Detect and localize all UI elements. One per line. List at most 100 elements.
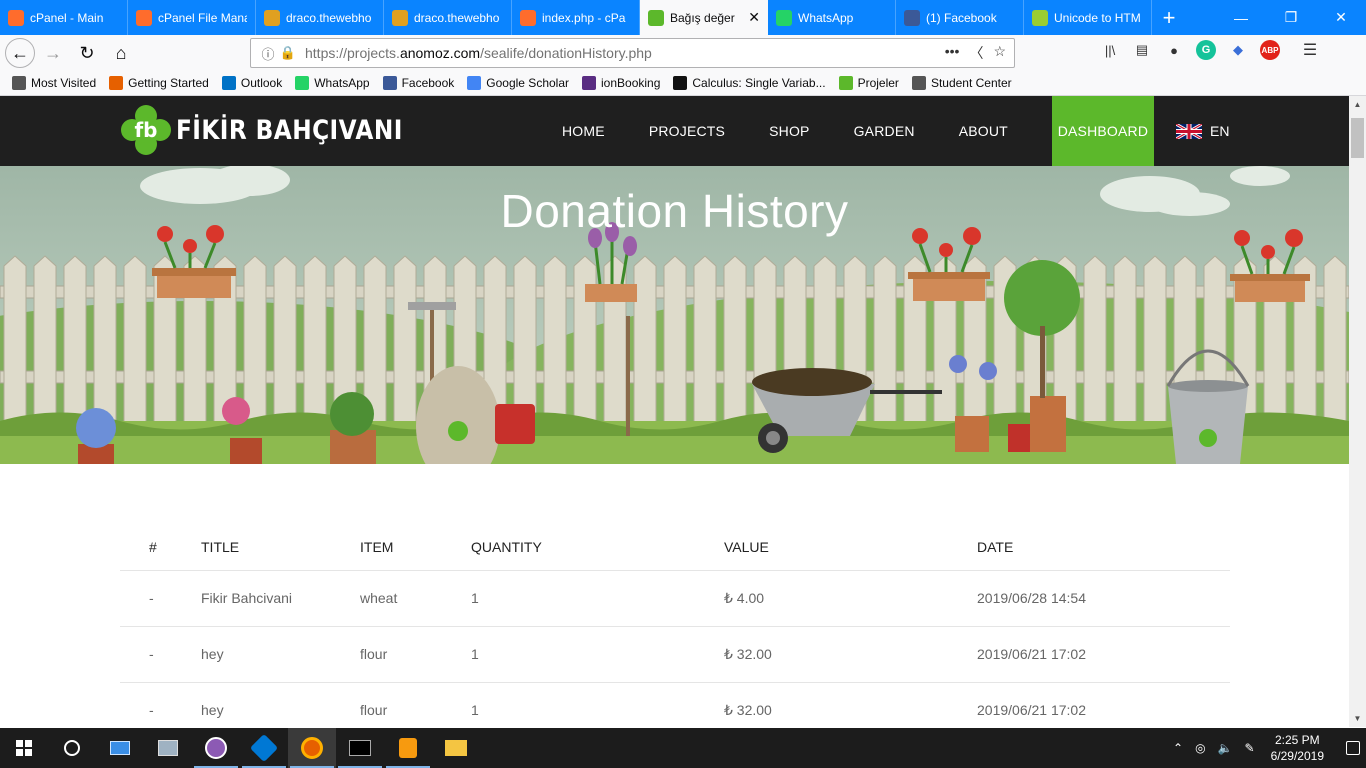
address-bar[interactable]: ⓘ 🔒 https://projects.anomoz.com/sealife/… bbox=[250, 38, 1015, 68]
adblock-icon[interactable]: ABP bbox=[1260, 40, 1280, 60]
home-button[interactable]: ⌂ bbox=[105, 37, 137, 69]
cell-value: ₺ 32.00 bbox=[724, 682, 977, 727]
browser-tab[interactable]: draco.thewebho bbox=[256, 0, 384, 35]
cell-date: 2019/06/28 14:54 bbox=[977, 570, 1230, 627]
close-tab-icon[interactable]: ✕ bbox=[748, 9, 760, 26]
taskbar-app-github[interactable] bbox=[192, 728, 240, 768]
site-logo[interactable]: fb FİKİR BAHÇIVANI bbox=[120, 104, 440, 156]
webhost-icon bbox=[264, 9, 280, 26]
close-window-icon[interactable]: ✕ bbox=[1316, 0, 1366, 35]
bookmark-item[interactable]: WhatsApp bbox=[295, 76, 370, 90]
bookmarks-toolbar: Most Visited Getting Started Outlook WhatsA… bbox=[0, 71, 1366, 96]
taskbar-app-sublime[interactable] bbox=[384, 728, 432, 768]
garden-banner: Donation History bbox=[0, 166, 1349, 464]
reload-button[interactable]: ↻ bbox=[71, 37, 103, 69]
browser-tab[interactable]: Bağış değer ✕ bbox=[640, 0, 768, 35]
account-icon[interactable]: ● bbox=[1164, 40, 1184, 60]
firefox-icon bbox=[301, 737, 323, 759]
page-scrollbar[interactable]: ▲ ▼ bbox=[1349, 96, 1366, 727]
browser-tab[interactable]: (1) Facebook bbox=[896, 0, 1024, 35]
clock[interactable]: 2:25 PM 6/29/2019 bbox=[1271, 732, 1324, 764]
wifi-icon[interactable]: ◎ bbox=[1195, 741, 1205, 755]
page-actions-icon[interactable]: ••• bbox=[945, 43, 960, 63]
menu-icon[interactable]: ☰ bbox=[1300, 40, 1320, 60]
cell-title: hey bbox=[201, 682, 360, 727]
browser-tab[interactable]: index.php - cPa bbox=[512, 0, 640, 35]
fence-picket bbox=[123, 255, 147, 427]
browser-extensions: ||\ ▤ ● G ◆ ABP ☰ bbox=[1100, 40, 1320, 60]
fb-icon bbox=[838, 76, 853, 90]
chevron-up-icon[interactable]: ⌃ bbox=[1173, 741, 1183, 755]
taskbar-app-terminal[interactable] bbox=[336, 728, 384, 768]
browser-tab[interactable]: draco.thewebho bbox=[384, 0, 512, 35]
bookmark-item[interactable]: Student Center bbox=[911, 76, 1012, 90]
scroll-thumb[interactable] bbox=[1351, 118, 1364, 158]
library-icon[interactable]: ||\ bbox=[1100, 40, 1120, 60]
scroll-down-icon[interactable]: ▼ bbox=[1349, 710, 1366, 727]
bookmark-item[interactable]: Most Visited bbox=[12, 76, 96, 90]
url-text[interactable]: https://projects.anomoz.com/sealife/dona… bbox=[305, 45, 945, 61]
nav-garden[interactable]: GARDEN bbox=[832, 96, 937, 166]
table-row: - hey flour 1 ₺ 32.00 2019/06/21 17:02 bbox=[120, 682, 1230, 727]
cell-date: 2019/06/21 17:02 bbox=[977, 682, 1230, 727]
maximize-icon[interactable]: ❐ bbox=[1266, 0, 1316, 35]
minimize-icon[interactable]: — bbox=[1216, 0, 1266, 35]
browser-tab[interactable]: cPanel - Main bbox=[0, 0, 128, 35]
fence-picket bbox=[1143, 255, 1167, 427]
fence-picket bbox=[243, 255, 267, 427]
browser-tab[interactable]: cPanel File Mana bbox=[128, 0, 256, 35]
cell-value: ₺ 4.00 bbox=[724, 570, 977, 627]
bookmark-star-icon[interactable]: ☆ bbox=[993, 43, 1006, 63]
taskbar-app-vscode[interactable] bbox=[240, 728, 288, 768]
scroll-up-icon[interactable]: ▲ bbox=[1349, 96, 1366, 113]
bookmark-item[interactable]: Projeler bbox=[838, 76, 899, 90]
table-header-row: # TITLE ITEM QUANTITY VALUE DATE bbox=[120, 524, 1230, 571]
pen-icon[interactable]: ✎ bbox=[1245, 741, 1255, 755]
gear-icon bbox=[12, 76, 26, 90]
notification-icon[interactable] bbox=[1346, 741, 1360, 755]
forward-button[interactable]: → bbox=[37, 37, 69, 69]
taskbar-app-firefox[interactable] bbox=[288, 728, 336, 768]
uk-flag-icon bbox=[1176, 123, 1202, 139]
cell-number: - bbox=[120, 682, 201, 727]
nav-projects[interactable]: PROJECTS bbox=[627, 96, 747, 166]
back-button[interactable]: ← bbox=[5, 38, 35, 68]
taskbar-app-explorer[interactable] bbox=[432, 728, 480, 768]
tab-title: WhatsApp bbox=[798, 10, 854, 25]
bookmark-item[interactable]: Facebook bbox=[382, 76, 454, 90]
browser-tab[interactable]: WhatsApp bbox=[768, 0, 896, 35]
nav-home[interactable]: HOME bbox=[540, 96, 627, 166]
grammarly-icon[interactable]: G bbox=[1196, 40, 1216, 60]
start-button[interactable] bbox=[0, 728, 48, 768]
table-row: - Fikir Bahcivani wheat 1 ₺ 4.00 2019/06/28 1… bbox=[120, 570, 1230, 627]
nav-shop[interactable]: SHOP bbox=[747, 96, 831, 166]
unicode-icon bbox=[1032, 9, 1048, 26]
pocket-icon[interactable]: 〈 bbox=[969, 43, 983, 63]
web-page: fb FİKİR BAHÇIVANI HOME PROJECTS SHOP GA… bbox=[0, 96, 1349, 727]
bookmark-label: Google Scholar bbox=[486, 76, 569, 90]
extension-icon[interactable]: ◆ bbox=[1228, 40, 1248, 60]
bookmark-item[interactable]: ionBooking bbox=[582, 76, 660, 90]
taskbar-app-photos[interactable] bbox=[144, 728, 192, 768]
bookmark-item[interactable]: Outlook bbox=[221, 76, 282, 90]
system-tray: ⌃ ◎ 🔈 ✎ 2:25 PM 6/29/2019 bbox=[1173, 732, 1366, 764]
sidebar-icon[interactable]: ▤ bbox=[1132, 40, 1152, 60]
browser-tab[interactable]: Unicode to HTM bbox=[1024, 0, 1152, 35]
whatsapp-icon bbox=[295, 76, 310, 90]
search-button[interactable] bbox=[48, 728, 96, 768]
fence-picket bbox=[663, 255, 687, 427]
bookmark-label: Getting Started bbox=[128, 76, 209, 90]
cpanel-icon bbox=[520, 9, 536, 26]
info-icon[interactable]: ⓘ bbox=[257, 44, 279, 63]
volume-icon[interactable]: 🔈 bbox=[1218, 741, 1233, 755]
bookmark-item[interactable]: Getting Started bbox=[109, 76, 209, 90]
bookmark-item[interactable]: Google Scholar bbox=[467, 76, 569, 90]
tab-title: index.php - cPa bbox=[542, 10, 626, 25]
taskbar-app-computer[interactable] bbox=[96, 728, 144, 768]
nav-dashboard[interactable]: DASHBOARD bbox=[1051, 96, 1154, 166]
nav-about[interactable]: ABOUT bbox=[937, 96, 1030, 166]
language-selector[interactable]: EN bbox=[1176, 96, 1229, 166]
new-tab-button[interactable]: + bbox=[1152, 0, 1186, 35]
bookmark-item[interactable]: Calculus: Single Variab... bbox=[673, 76, 826, 90]
photos-icon bbox=[158, 740, 178, 756]
